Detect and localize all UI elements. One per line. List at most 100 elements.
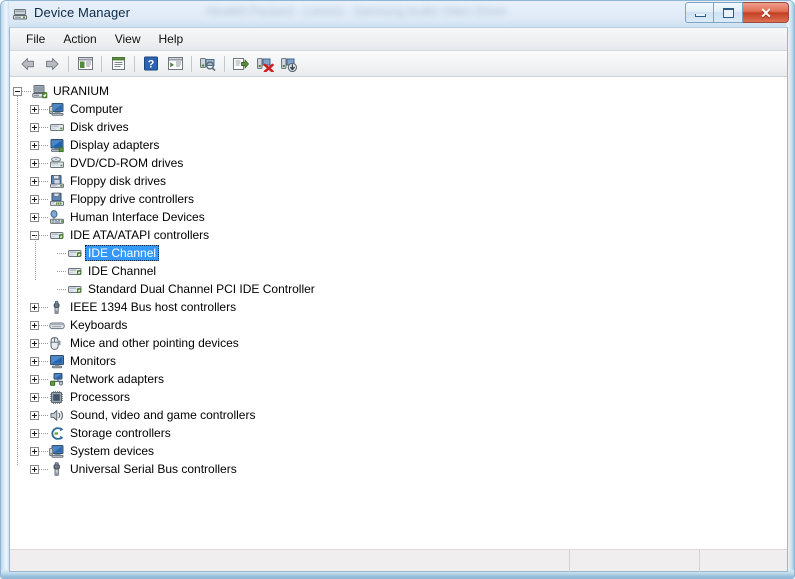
tree-node-label: Floppy drive controllers xyxy=(70,192,195,206)
back-button[interactable] xyxy=(16,53,40,75)
close-button[interactable]: ✕ xyxy=(743,2,789,23)
monitor-icon xyxy=(48,353,66,369)
tree-node-root[interactable]: URANIUM xyxy=(10,82,787,100)
update-driver-button[interactable] xyxy=(229,53,253,75)
keyboard-icon xyxy=(48,317,66,333)
expand-toggle-icon[interactable] xyxy=(30,302,39,312)
tree-connector-line xyxy=(39,144,48,146)
arrow-right-icon xyxy=(46,57,59,70)
tree-connector-line xyxy=(39,198,48,200)
properties-button[interactable] xyxy=(106,53,130,75)
client-area: File Action View Help ? URANIUM Computer… xyxy=(9,27,788,572)
tree-node-label: Human Interface Devices xyxy=(70,210,205,224)
menu-file[interactable]: File xyxy=(17,30,54,49)
tree-guide-line-ide xyxy=(35,235,36,280)
toolbar: ? xyxy=(10,51,787,77)
menu-bar: File Action View Help xyxy=(10,28,787,51)
close-icon: ✕ xyxy=(760,5,772,21)
menu-view[interactable]: View xyxy=(106,30,150,49)
tree-node-label: Floppy disk drives xyxy=(70,174,167,188)
tree-connector-line xyxy=(39,324,48,326)
minimize-button[interactable] xyxy=(685,2,714,23)
maximize-icon xyxy=(723,8,734,18)
tree-node-storage-controllers[interactable]: Storage controllers xyxy=(10,424,787,442)
tree-node-label: Network adapters xyxy=(70,372,165,386)
window-title: Device Manager xyxy=(34,5,131,20)
tree-node-system-devices[interactable]: System devices xyxy=(10,442,787,460)
ide-channel-icon xyxy=(66,263,84,279)
expand-toggle-icon[interactable] xyxy=(30,374,39,384)
maximize-button[interactable] xyxy=(714,2,743,23)
tree-node-processors[interactable]: Processors xyxy=(10,388,787,406)
status-bar xyxy=(10,549,787,572)
show-console-tree-button[interactable] xyxy=(73,53,97,75)
expand-toggle-icon[interactable] xyxy=(30,410,39,420)
expand-toggle-icon[interactable] xyxy=(30,194,39,204)
properties-icon xyxy=(111,57,125,70)
tree-connector-line xyxy=(39,432,48,434)
tree-node-floppy-drive-controllers[interactable]: Floppy drive controllers xyxy=(10,190,787,208)
menu-help[interactable]: Help xyxy=(150,30,193,49)
help-question-icon: ? xyxy=(144,56,158,71)
expand-toggle-icon[interactable] xyxy=(30,104,39,114)
tree-node-ide-channel[interactable]: IDE Channel xyxy=(10,262,787,280)
tree-connector-line xyxy=(57,288,66,290)
display-adapter-icon xyxy=(48,137,66,153)
tree-node-dvd-cd-rom-drives[interactable]: DVD/CD-ROM drives xyxy=(10,154,787,172)
tree-node-ide-ata-atapi-controllers[interactable]: IDE ATA/ATAPI controllers xyxy=(10,226,787,244)
tree-node-label: Processors xyxy=(70,390,131,404)
tree-node-label: System devices xyxy=(70,444,155,458)
collapse-toggle-icon[interactable] xyxy=(13,86,22,96)
disable-device-button[interactable] xyxy=(277,53,301,75)
tree-node-disk-drives[interactable]: Disk drives xyxy=(10,118,787,136)
expand-toggle-icon[interactable] xyxy=(30,140,39,150)
sound-icon xyxy=(48,407,66,423)
expand-toggle-icon[interactable] xyxy=(30,212,39,222)
tree-node-ieee-1394-bus-host-controllers[interactable]: IEEE 1394 Bus host controllers xyxy=(10,298,787,316)
usb-icon xyxy=(48,461,66,477)
uninstall-device-button[interactable] xyxy=(253,53,277,75)
tree-node-display-adapters[interactable]: Display adapters xyxy=(10,136,787,154)
system-device-icon xyxy=(48,443,66,459)
ide-channel-icon xyxy=(66,245,84,261)
tree-node-monitors[interactable]: Monitors xyxy=(10,352,787,370)
expand-toggle-icon[interactable] xyxy=(30,320,39,330)
tree-connector-line xyxy=(39,180,48,182)
device-tree-pane[interactable]: URANIUM Computer Disk drives Display ada… xyxy=(10,77,787,550)
menu-action[interactable]: Action xyxy=(54,30,105,49)
uninstall-device-icon xyxy=(257,57,274,72)
forward-button[interactable] xyxy=(40,53,64,75)
expand-toggle-icon[interactable] xyxy=(30,338,39,348)
show-hidden-devices-button[interactable] xyxy=(163,53,187,75)
tree-node-label: Standard Dual Channel PCI IDE Controller xyxy=(88,282,315,296)
tree-node-mice-and-other-pointing-devices[interactable]: Mice and other pointing devices xyxy=(10,334,787,352)
tree-connector-line xyxy=(22,90,31,92)
tree-node-human-interface-devices[interactable]: Human Interface Devices xyxy=(10,208,787,226)
toolbar-separator xyxy=(134,55,135,72)
expand-toggle-icon[interactable] xyxy=(30,464,39,474)
expand-toggle-icon[interactable] xyxy=(30,176,39,186)
expand-toggle-icon[interactable] xyxy=(30,158,39,168)
tree-node-sound-video-and-game-controllers[interactable]: Sound, video and game controllers xyxy=(10,406,787,424)
expand-toggle-icon[interactable] xyxy=(30,392,39,402)
tree-node-floppy-disk-drives[interactable]: Floppy disk drives xyxy=(10,172,787,190)
expand-toggle-icon[interactable] xyxy=(30,122,39,132)
storage-ctrl-icon xyxy=(48,425,66,441)
tree-node-label: Storage controllers xyxy=(70,426,171,440)
tree-node-universal-serial-bus-controllers[interactable]: Universal Serial Bus controllers xyxy=(10,460,787,478)
redacted-title-text: Hewlett Packard - Lenovo - Samsung Audio… xyxy=(206,4,508,18)
tree-node-ide-channel[interactable]: IDE Channel xyxy=(10,244,787,262)
expand-toggle-icon[interactable] xyxy=(30,446,39,456)
help-button[interactable]: ? xyxy=(139,53,163,75)
title-bar[interactable]: Device Manager Hewlett Packard - Lenovo … xyxy=(1,1,794,27)
tree-node-label: IDE Channel xyxy=(85,245,160,261)
tree-connector-line xyxy=(39,108,48,110)
tree-node-network-adapters[interactable]: Network adapters xyxy=(10,370,787,388)
tree-node-keyboards[interactable]: Keyboards xyxy=(10,316,787,334)
tree-node-standard-dual-channel-pci-ide-controller[interactable]: Standard Dual Channel PCI IDE Controller xyxy=(10,280,787,298)
scan-hardware-changes-button[interactable] xyxy=(196,53,220,75)
tree-node-computer[interactable]: Computer xyxy=(10,100,787,118)
expand-toggle-icon[interactable] xyxy=(30,356,39,366)
expand-toggle-icon[interactable] xyxy=(30,428,39,438)
